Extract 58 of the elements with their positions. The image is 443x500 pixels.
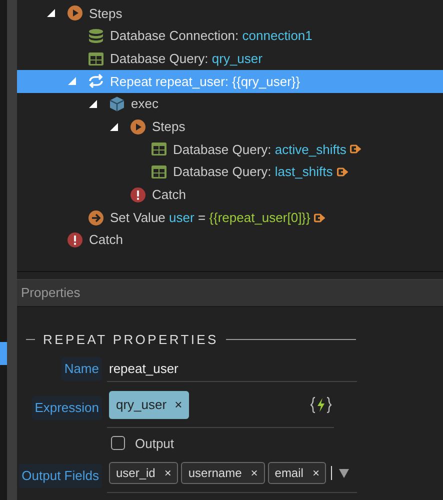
lightning-bolt-icon[interactable] <box>310 396 332 414</box>
step-label: Steps <box>152 118 186 136</box>
field-label: Expression <box>32 396 102 420</box>
tree-row[interactable]: Database Connection: connection1 <box>17 24 443 48</box>
play-icon <box>67 5 83 22</box>
remove-tag-icon[interactable]: × <box>164 464 172 482</box>
field-label: Name <box>61 357 102 380</box>
section-title: REPEAT PROPERTIES <box>43 331 218 349</box>
tree-row[interactable]: Database Query: qry_user <box>17 47 443 70</box>
step-label: Database Query: last_shifts <box>173 163 333 182</box>
tree-row[interactable]: Steps <box>17 2 443 25</box>
panel-title: Properties <box>21 284 80 302</box>
step-label: Set Value user = {{repeat_user[0]}} <box>110 208 310 227</box>
tree-row[interactable]: Catch <box>17 228 443 252</box>
field-tag[interactable]: email × <box>268 462 326 484</box>
play-icon <box>130 118 146 135</box>
table-icon <box>151 164 167 180</box>
name-field[interactable]: repeat_user <box>107 356 357 382</box>
expression-tag[interactable]: qry_user × <box>109 391 190 418</box>
remove-tag-icon[interactable]: × <box>312 464 320 482</box>
tree-row[interactable]: Set Value user = {{repeat_user[0]}} <box>17 206 443 229</box>
step-label: Steps <box>89 4 122 23</box>
table-icon <box>88 50 104 67</box>
selection-indicator <box>0 342 7 365</box>
checkbox-label: Output <box>135 434 174 453</box>
field-tag[interactable]: username × <box>181 462 265 484</box>
step-label: Catch <box>152 186 186 204</box>
tree-row[interactable]: Database Query: active_shifts <box>17 138 443 161</box>
field-label: Output Fields <box>18 464 102 488</box>
expanded-triangle-icon[interactable] <box>87 99 99 110</box>
step-label: Catch <box>89 231 123 250</box>
scrollbar[interactable] <box>7 0 17 500</box>
step-label: Database Query: qry_user <box>110 50 262 68</box>
step-label: Database Query: active_shifts <box>173 140 346 159</box>
field-tag[interactable]: user_id × <box>109 462 178 484</box>
tree-row[interactable]: Catch <box>17 184 443 206</box>
table-icon <box>151 141 167 158</box>
arrow-right-icon <box>88 210 104 226</box>
step-label: Database Connection: connection1 <box>110 27 312 46</box>
remove-tag-icon[interactable]: × <box>250 464 258 482</box>
remove-tag-icon[interactable]: × <box>174 395 182 414</box>
checkbox[interactable] <box>111 436 125 450</box>
cube-icon <box>109 96 125 112</box>
expanded-triangle-icon[interactable] <box>108 122 120 132</box>
step-label: Repeat repeat_user: {{qry_user}} <box>110 72 300 91</box>
output-fields-select[interactable]: user_id × username × email × <box>107 459 357 493</box>
text-cursor <box>331 466 332 480</box>
expression-field[interactable]: qry_user × <box>107 388 334 428</box>
exclamation-icon <box>130 186 146 203</box>
exclamation-icon <box>67 232 83 248</box>
tree-row[interactable]: Database Query: last_shifts <box>17 160 443 184</box>
tree-row[interactable]: Steps <box>17 115 443 138</box>
database-icon <box>88 28 104 44</box>
tree-row[interactable]: exec <box>17 92 443 116</box>
expanded-triangle-icon[interactable] <box>45 8 57 18</box>
dropdown-caret-icon[interactable] <box>339 468 349 478</box>
repeat-icon <box>88 73 104 90</box>
step-label: exec <box>131 95 158 114</box>
